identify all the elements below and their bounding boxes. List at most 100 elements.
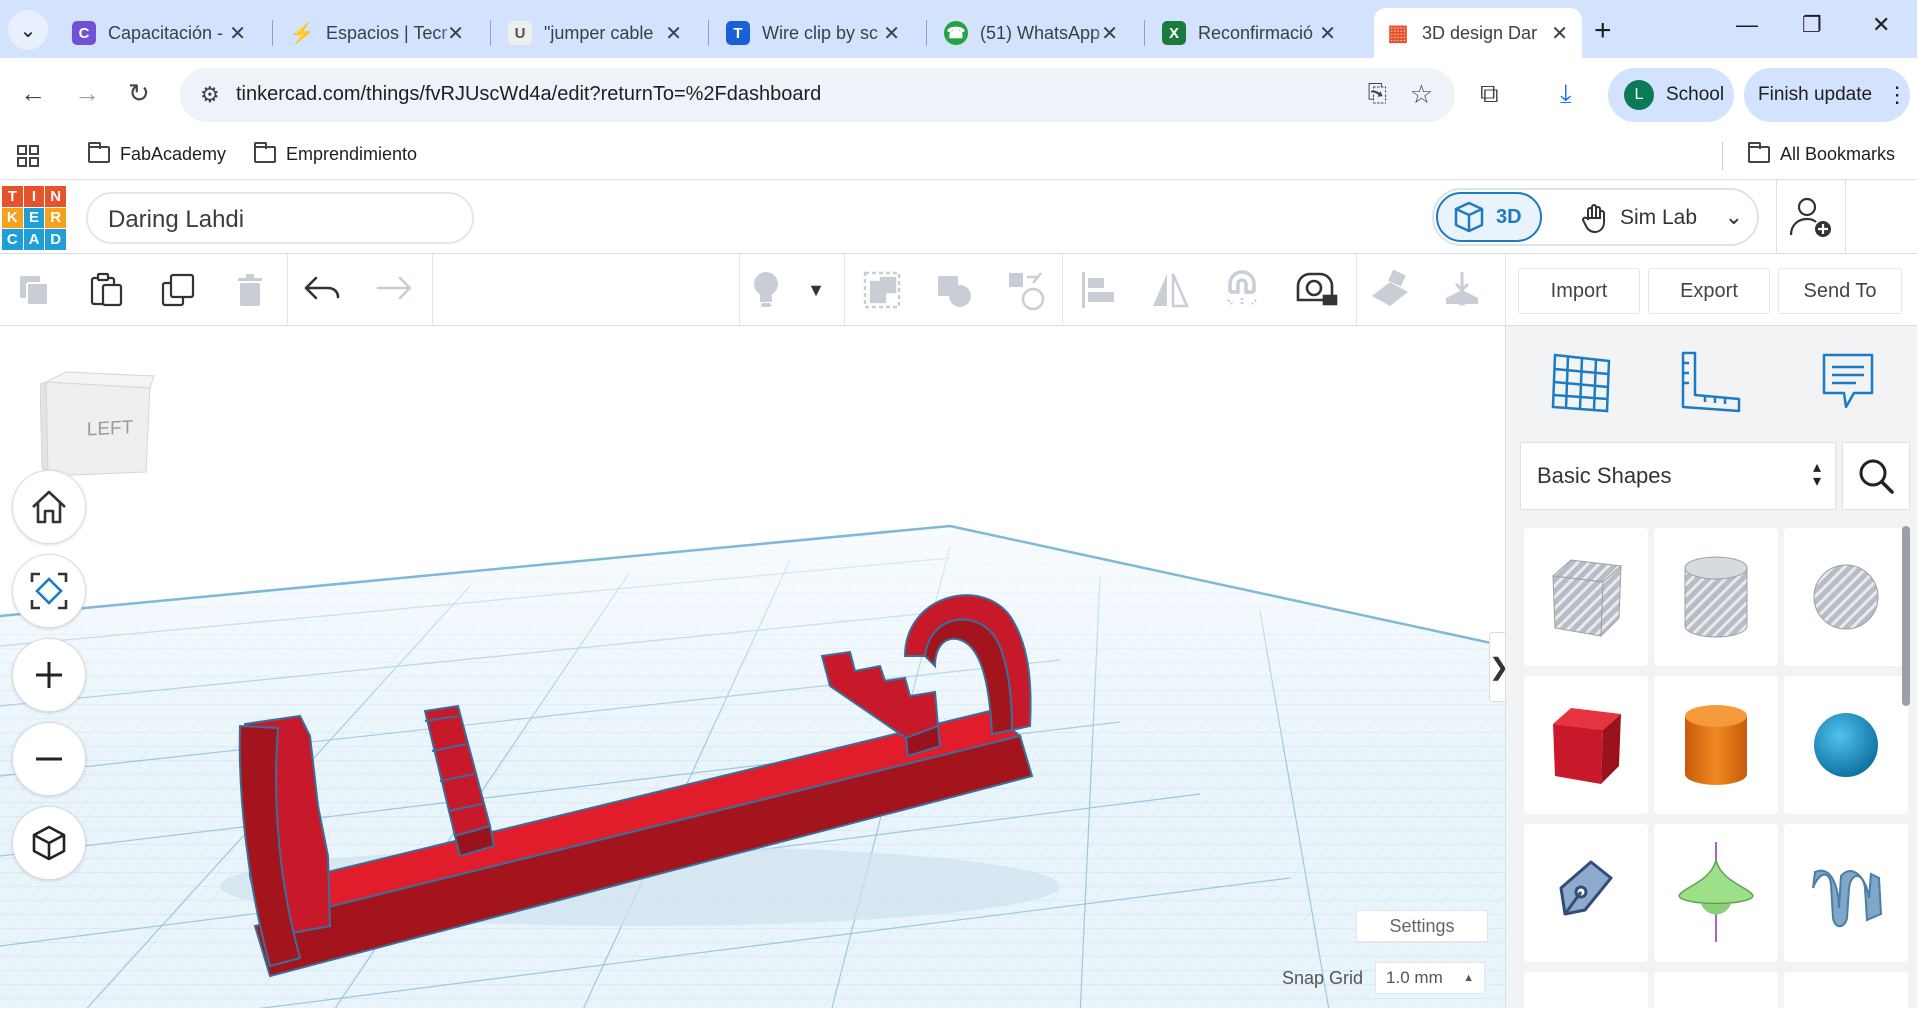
profile-button[interactable]: L School bbox=[1608, 68, 1734, 122]
projection-toggle-button[interactable] bbox=[12, 806, 86, 880]
logo-letter: N bbox=[45, 186, 66, 207]
shape-box-hole[interactable] bbox=[1524, 528, 1648, 666]
tab-capacitacion[interactable]: C Capacitación - ✕ bbox=[60, 8, 260, 58]
url-text[interactable]: tinkercad.com/things/fvRJUscWd4a/edit?re… bbox=[236, 83, 821, 106]
bookmark-folder-emprendimiento[interactable]: Emprendimiento bbox=[254, 142, 417, 165]
red-box-icon bbox=[1553, 708, 1621, 784]
shape-scribble[interactable] bbox=[1524, 824, 1648, 962]
shape-text-3d[interactable] bbox=[1784, 824, 1908, 962]
shape-sphere[interactable] bbox=[1784, 676, 1908, 814]
import-button[interactable]: Import bbox=[1518, 268, 1640, 314]
close-tab-icon[interactable]: ✕ bbox=[883, 21, 900, 46]
close-tab-icon[interactable]: ✕ bbox=[229, 21, 246, 46]
duplicate-button[interactable] bbox=[156, 270, 200, 310]
export-button[interactable]: Export bbox=[1648, 268, 1770, 314]
align-explode-button[interactable] bbox=[1004, 270, 1048, 311]
tab-3d-design-active[interactable]: ▦ 3D design Dar ✕ bbox=[1374, 8, 1582, 58]
install-app-icon[interactable]: ⎘ bbox=[1368, 80, 1387, 108]
tab-separator bbox=[1144, 20, 1145, 46]
toolbar-divider bbox=[844, 254, 845, 326]
dropdown-caret-icon[interactable]: ▼ bbox=[802, 270, 830, 310]
all-bookmarks-button[interactable]: All Bookmarks bbox=[1748, 142, 1896, 165]
notes-panel-button[interactable] bbox=[1812, 346, 1884, 418]
download-icon[interactable]: ⤓ bbox=[1560, 78, 1572, 110]
close-tab-icon[interactable]: ✕ bbox=[1319, 21, 1336, 46]
tab-whatsapp[interactable]: ☎ (51) WhatsApp ✕ bbox=[932, 8, 1132, 58]
copy-button[interactable] bbox=[12, 270, 56, 310]
shape-tile-partial[interactable] bbox=[1784, 972, 1908, 1012]
snap-grid-value: 1.0 mm bbox=[1386, 968, 1443, 987]
bookmark-divider bbox=[1722, 142, 1723, 170]
snap-grid-select[interactable]: 1.0 mm ▲ bbox=[1375, 962, 1486, 994]
settings-button[interactable]: Settings bbox=[1356, 910, 1488, 942]
chevron-down-icon[interactable]: ⌄ bbox=[1725, 204, 1743, 230]
delete-button[interactable] bbox=[228, 270, 272, 310]
ruler-tape-button[interactable] bbox=[1294, 270, 1338, 310]
shape-search-button[interactable] bbox=[1842, 442, 1910, 510]
sim-lab-button[interactable]: Sim Lab bbox=[1580, 202, 1697, 234]
extensions-icon[interactable]: ⧉ bbox=[1480, 78, 1499, 110]
notes-light-button[interactable] bbox=[744, 270, 788, 310]
shape-cylinder[interactable] bbox=[1654, 676, 1778, 814]
add-user-button[interactable] bbox=[1776, 180, 1846, 254]
ruler-panel-button[interactable] bbox=[1676, 346, 1748, 418]
tab-wire-clip[interactable]: T Wire clip by sc ✕ bbox=[714, 8, 914, 58]
bookmark-star-icon[interactable]: ☆ bbox=[1410, 79, 1433, 110]
send-to-button[interactable]: Send To bbox=[1778, 268, 1902, 314]
mirror-button[interactable] bbox=[1148, 270, 1192, 310]
shape-paraboloid[interactable] bbox=[1654, 824, 1778, 962]
workplane-panel-button[interactable] bbox=[1546, 346, 1618, 418]
site-info-icon[interactable]: ⚙ bbox=[200, 82, 220, 108]
align-button[interactable] bbox=[1076, 270, 1120, 310]
logo-letter: E bbox=[23, 207, 45, 229]
shape-cylinder-hole[interactable] bbox=[1654, 528, 1778, 666]
drop-button[interactable] bbox=[1440, 270, 1484, 310]
shape-tile-partial[interactable] bbox=[1654, 972, 1778, 1012]
close-tab-icon[interactable]: ✕ bbox=[447, 21, 464, 46]
restore-icon[interactable]: ❐ bbox=[1802, 12, 1822, 38]
tinkercad-logo[interactable]: T I N K E R C A D bbox=[2, 186, 66, 250]
redo-button[interactable] bbox=[372, 270, 416, 310]
fit-view-button[interactable] bbox=[12, 554, 86, 628]
close-window-icon[interactable]: ✕ bbox=[1872, 12, 1890, 38]
tab-espacios[interactable]: ⚡ Espacios | Tecr ✕ bbox=[278, 8, 478, 58]
finish-update-button[interactable]: Finish update ⋮ bbox=[1744, 68, 1910, 122]
apps-grid-icon[interactable] bbox=[16, 144, 40, 168]
back-arrow-icon[interactable]: ← bbox=[20, 78, 46, 109]
forward-arrow-icon[interactable]: → bbox=[74, 78, 100, 109]
cruise-button[interactable] bbox=[1220, 270, 1264, 310]
design-name-field[interactable]: Daring Lahdi bbox=[86, 192, 474, 244]
close-tab-icon[interactable]: ✕ bbox=[1551, 21, 1568, 46]
mode-3d-button[interactable]: 3D bbox=[1436, 192, 1542, 242]
address-bar[interactable]: ⚙ tinkercad.com/things/fvRJUscWd4a/edit?… bbox=[180, 68, 1455, 122]
tab-reconfirmacion[interactable]: X Reconfirmació ✕ bbox=[1150, 8, 1350, 58]
shapes-panel: Basic Shapes ▴ ▾ bbox=[1505, 326, 1917, 1012]
group-button[interactable] bbox=[860, 270, 904, 310]
ungroup-button[interactable] bbox=[932, 270, 976, 310]
paste-button[interactable] bbox=[84, 270, 128, 310]
3d-workplane-viewport[interactable]: LEFT ❯ Settings Snap Grid 1.0 mm ▲ bbox=[0, 326, 1505, 1008]
shape-box[interactable] bbox=[1524, 676, 1648, 814]
home-view-button[interactable] bbox=[12, 470, 86, 544]
new-tab-button[interactable]: + bbox=[1594, 14, 1612, 48]
panel-scrollbar[interactable] bbox=[1902, 526, 1910, 706]
folder-icon bbox=[254, 142, 276, 163]
bookmark-folder-fabacademy[interactable]: FabAcademy bbox=[88, 142, 226, 165]
zoom-out-button[interactable] bbox=[12, 722, 86, 796]
close-tab-icon[interactable]: ✕ bbox=[665, 21, 682, 46]
logo-letter: D bbox=[45, 229, 66, 250]
tab-search-button[interactable]: ⌄ bbox=[8, 10, 48, 50]
close-tab-icon[interactable]: ✕ bbox=[1101, 21, 1118, 46]
workplane-grid-icon bbox=[1551, 353, 1611, 413]
shape-sphere-hole[interactable] bbox=[1784, 528, 1908, 666]
minimize-icon[interactable]: — bbox=[1736, 12, 1758, 38]
tab-jumper-cable[interactable]: U "jumper cable ✕ bbox=[496, 8, 696, 58]
workplane-tool-button[interactable] bbox=[1368, 270, 1412, 310]
zoom-in-button[interactable] bbox=[12, 638, 86, 712]
collapse-panel-chevron-icon[interactable]: ❯ bbox=[1489, 632, 1505, 702]
reload-icon[interactable]: ↻ bbox=[128, 78, 150, 109]
shape-category-select[interactable]: Basic Shapes ▴ ▾ bbox=[1520, 442, 1836, 510]
all-bookmarks-label: All Bookmarks bbox=[1780, 144, 1896, 164]
shape-tile-partial[interactable] bbox=[1524, 972, 1648, 1012]
undo-button[interactable] bbox=[300, 270, 344, 310]
